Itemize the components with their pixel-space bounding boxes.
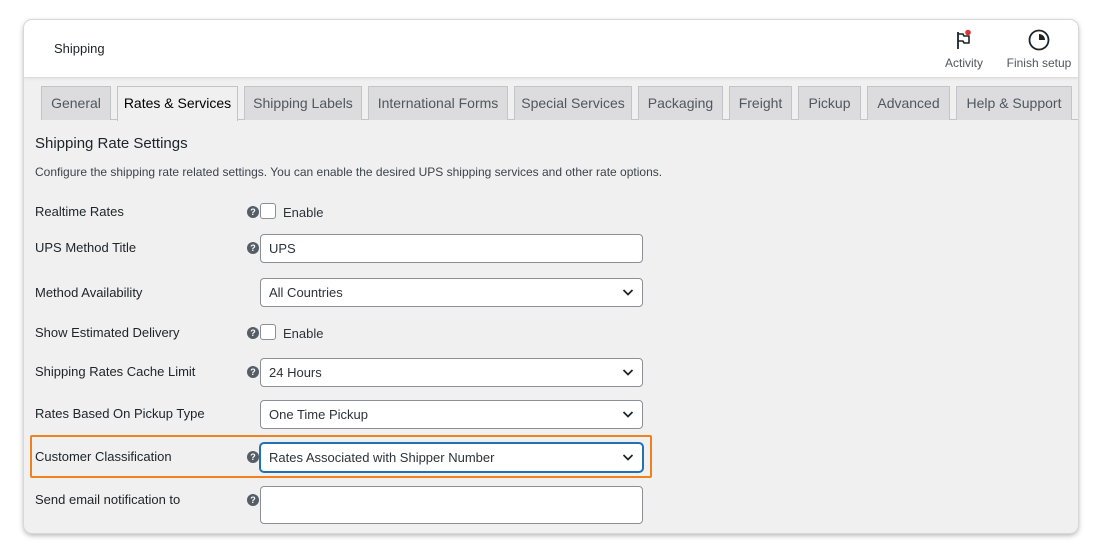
activity-button[interactable]: Activity xyxy=(940,28,988,70)
tab-bar: General Rates & Services Shipping Labels… xyxy=(41,86,1078,121)
customer-classification-select[interactable]: Rates Associated with Shipper Number xyxy=(260,443,643,472)
tab-shipping-labels[interactable]: Shipping Labels xyxy=(244,86,362,120)
customer-classification-value: Rates Associated with Shipper Number xyxy=(269,450,495,465)
ups-method-title-input[interactable]: UPS xyxy=(260,234,643,263)
section-description: Configure the shipping rate related sett… xyxy=(35,165,663,179)
customer-classification-label: Customer Classification xyxy=(35,449,172,464)
progress-circle-icon xyxy=(1004,28,1074,52)
finish-setup-button[interactable]: Finish setup xyxy=(1004,28,1074,70)
email-notification-textarea[interactable] xyxy=(260,486,643,524)
method-availability-value: All Countries xyxy=(269,285,343,300)
tab-freight[interactable]: Freight xyxy=(729,86,792,120)
chevron-down-icon xyxy=(622,411,634,418)
tab-general[interactable]: General xyxy=(41,86,111,120)
cache-limit-select[interactable]: 24 Hours xyxy=(260,358,643,387)
flag-icon xyxy=(940,28,988,52)
top-bar: Shipping Activity Finish setup xyxy=(24,20,1078,78)
help-icon[interactable]: ? xyxy=(247,366,259,378)
help-icon[interactable]: ? xyxy=(247,451,259,463)
chevron-down-icon xyxy=(622,454,634,461)
finish-setup-label: Finish setup xyxy=(1006,56,1072,70)
tab-rates-services[interactable]: Rates & Services xyxy=(117,86,238,121)
estimated-delivery-enable-label[interactable]: Enable xyxy=(283,326,323,341)
estimated-delivery-checkbox[interactable] xyxy=(260,324,276,340)
section-title: Shipping Rate Settings xyxy=(35,135,188,152)
pickup-type-value: One Time Pickup xyxy=(269,407,368,422)
realtime-rates-enable-label[interactable]: Enable xyxy=(283,205,323,220)
cache-limit-value: 24 Hours xyxy=(269,365,322,380)
help-icon[interactable]: ? xyxy=(247,494,259,506)
chevron-down-icon xyxy=(622,369,634,376)
method-availability-label: Method Availability xyxy=(35,285,143,300)
realtime-rates-checkbox[interactable] xyxy=(260,203,276,219)
method-availability-select[interactable]: All Countries xyxy=(260,278,643,307)
pickup-type-select[interactable]: One Time Pickup xyxy=(260,400,643,429)
settings-window: Shipping Activity Finish setup General R… xyxy=(24,20,1078,533)
tab-special-services[interactable]: Special Services xyxy=(514,86,632,120)
tab-packaging[interactable]: Packaging xyxy=(638,86,723,120)
page-title: Shipping xyxy=(54,41,105,56)
tab-international-forms[interactable]: International Forms xyxy=(368,86,508,120)
chevron-down-icon xyxy=(622,289,634,296)
tab-help-support[interactable]: Help & Support xyxy=(956,86,1072,120)
realtime-rates-label: Realtime Rates xyxy=(35,204,124,219)
ups-method-title-label: UPS Method Title xyxy=(35,240,137,255)
pickup-type-label: Rates Based On Pickup Type xyxy=(35,406,205,421)
help-icon[interactable]: ? xyxy=(247,327,259,339)
help-icon[interactable]: ? xyxy=(247,206,259,218)
email-notification-label: Send email notification to xyxy=(35,492,181,507)
help-icon[interactable]: ? xyxy=(247,242,259,254)
cache-limit-label: Shipping Rates Cache Limit xyxy=(35,364,196,379)
activity-label: Activity xyxy=(944,56,983,70)
tab-pickup[interactable]: Pickup xyxy=(798,86,861,120)
estimated-delivery-label: Show Estimated Delivery xyxy=(35,325,180,340)
tab-advanced[interactable]: Advanced xyxy=(867,86,950,120)
